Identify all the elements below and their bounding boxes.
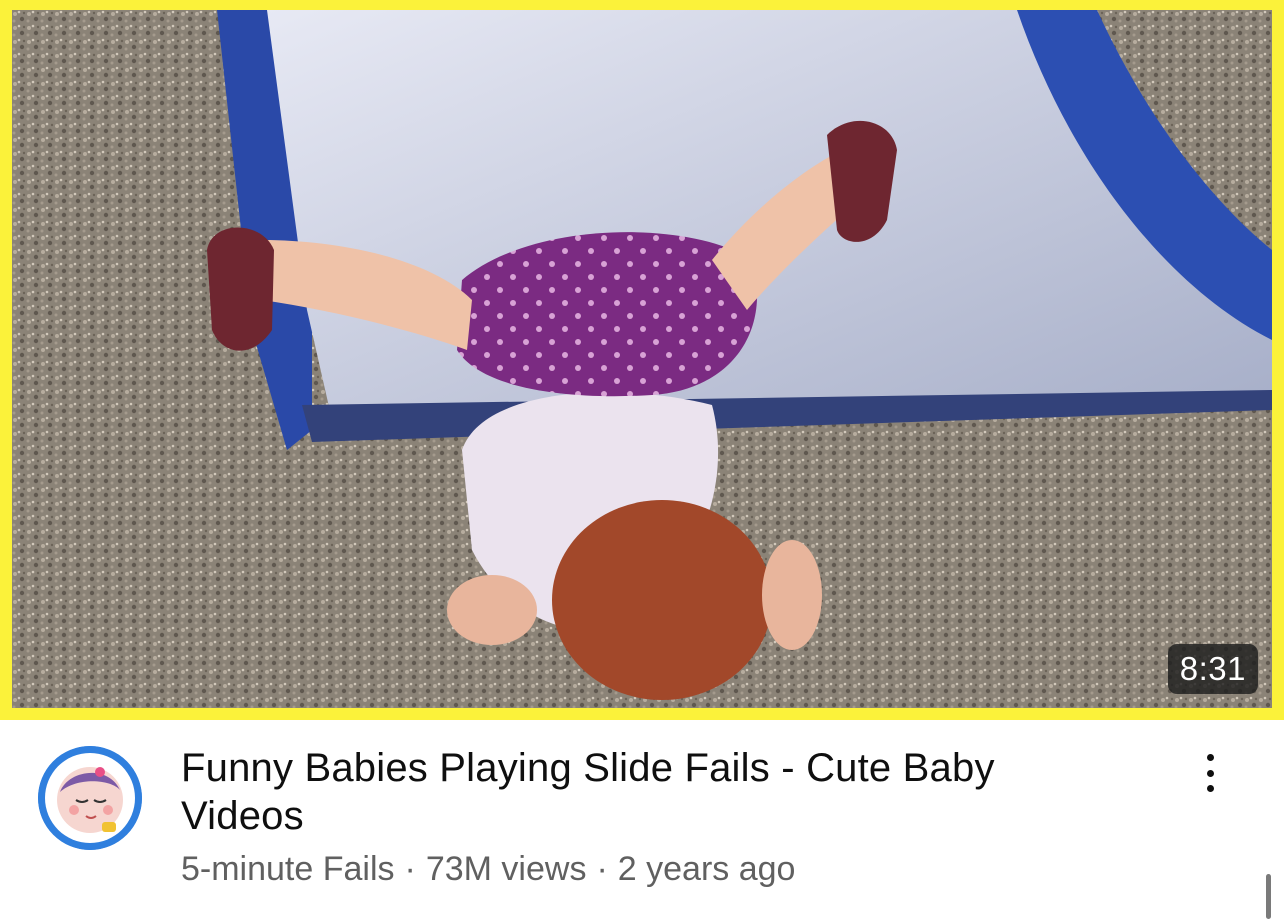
view-count: 73M views: [425, 850, 587, 888]
video-details-row[interactable]: Funny Babies Playing Slide Fails - Cute …: [0, 720, 1284, 919]
thumbnail-image: [12, 10, 1272, 708]
more-options-button[interactable]: [1190, 750, 1230, 796]
channel-name[interactable]: 5-minute Fails: [181, 850, 395, 888]
baby-face-avatar-icon: [38, 746, 142, 850]
more-vertical-icon: [1206, 754, 1214, 761]
scrollbar-thumb[interactable]: [1266, 874, 1271, 919]
video-title[interactable]: Funny Babies Playing Slide Fails - Cute …: [181, 744, 1111, 840]
more-vertical-icon-dot: [1206, 769, 1214, 777]
video-thumbnail-frame[interactable]: 8:31: [0, 0, 1284, 720]
video-metadata-line: 5-minute Fails · 73M views · 2 years ago: [181, 850, 795, 889]
more-vertical-icon-dot: [1206, 785, 1214, 792]
channel-avatar[interactable]: [38, 746, 142, 850]
separator-dot: ·: [404, 850, 416, 888]
video-duration-badge: 8:31: [1167, 644, 1258, 694]
video-thumbnail[interactable]: 8:31: [12, 10, 1272, 708]
separator-dot: ·: [596, 850, 608, 888]
upload-age: 2 years ago: [617, 850, 796, 888]
